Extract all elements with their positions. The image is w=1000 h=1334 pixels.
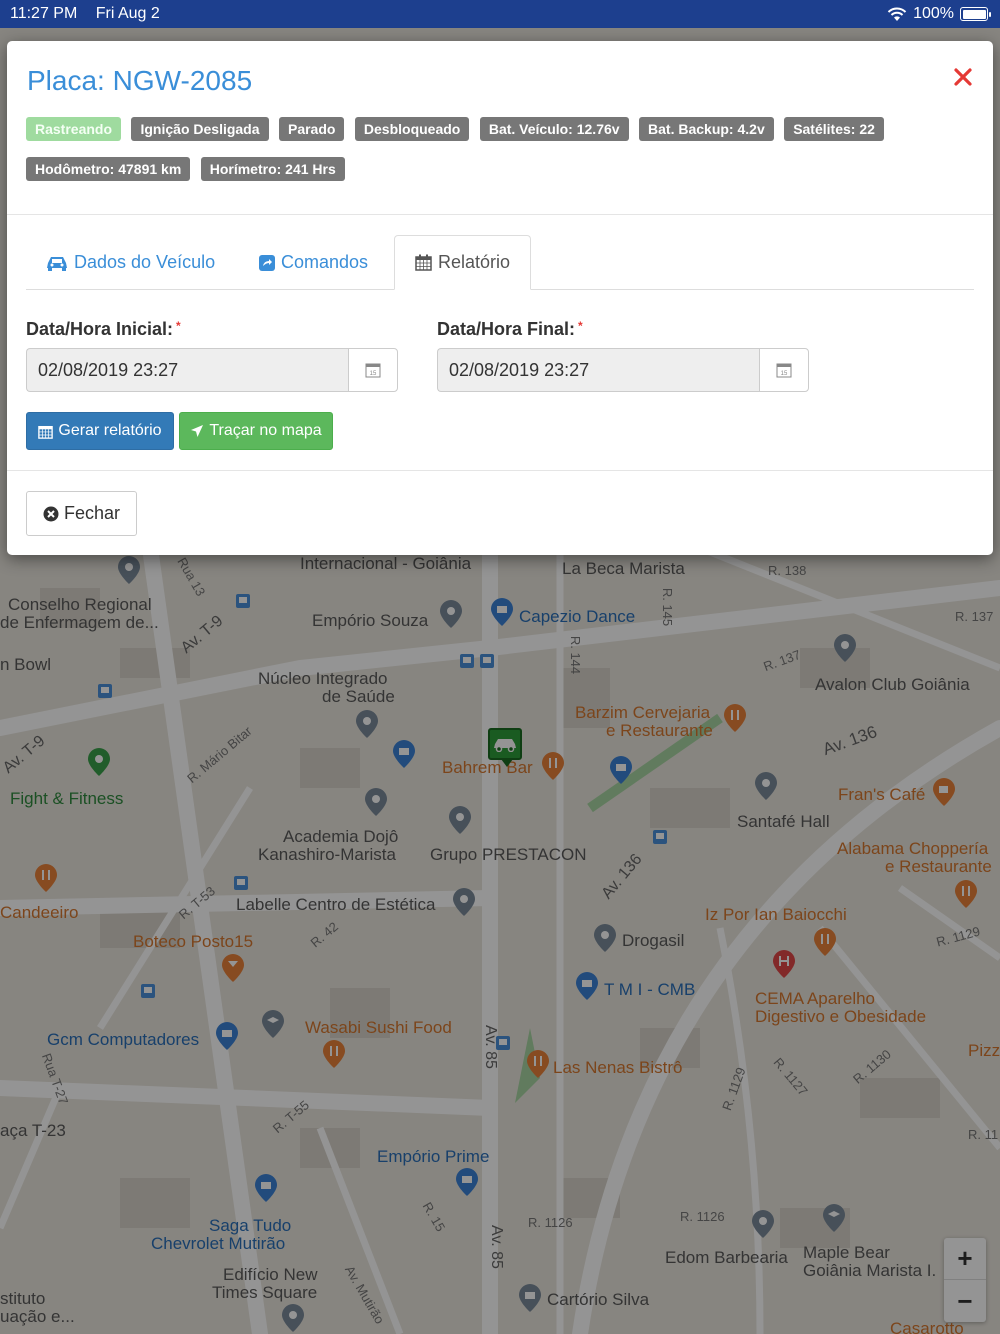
calendar-icon: 15 <box>365 363 381 378</box>
tab-vehicle-data[interactable]: Dados do Veículo <box>46 235 215 290</box>
generate-report-button[interactable]: Gerar relatório <box>26 412 174 450</box>
calendar-icon <box>415 254 432 271</box>
tab-commands[interactable]: Comandos <box>259 235 368 290</box>
start-datetime-label: Data/Hora Inicial: * <box>26 319 181 340</box>
close-button[interactable]: Fechar <box>26 491 137 536</box>
location-arrow-icon <box>191 425 204 437</box>
modal-header-divider <box>7 214 993 215</box>
status-badge: Desbloqueado <box>354 117 470 141</box>
status-badge: Bat. Veículo: 12.76v <box>479 117 629 141</box>
vehicle-modal: Placa: NGW-2085 Rastreando Ignição Desli… <box>7 41 993 555</box>
required-mark: * <box>578 319 583 333</box>
close-icon[interactable] <box>951 65 975 89</box>
plot-on-map-button[interactable]: Traçar no mapa <box>179 412 333 450</box>
status-badge: Horímetro: 241 Hrs <box>200 157 345 181</box>
status-badge: Satélites: 22 <box>784 117 884 141</box>
calendar-icon: 15 <box>776 363 792 378</box>
svg-text:15: 15 <box>781 371 788 377</box>
svg-text:15: 15 <box>370 371 377 377</box>
required-mark: * <box>176 319 181 333</box>
status-badge: Hodômetro: 47891 km <box>26 157 191 181</box>
status-bar-left: 11:27 PM Fri Aug 2 <box>10 5 174 23</box>
end-datetime-label-text: Data/Hora Final: <box>437 319 576 339</box>
generate-report-label: Gerar relatório <box>58 422 162 439</box>
status-bar-right: 100% <box>887 5 991 23</box>
status-time: 11:27 PM <box>10 5 78 22</box>
battery-icon <box>960 7 991 21</box>
close-button-label: Fechar <box>63 503 121 523</box>
tab-vehicle-data-label: Dados do Veículo <box>74 252 216 272</box>
calendar-icon <box>38 425 54 439</box>
start-datetime-label-text: Data/Hora Inicial: <box>26 319 174 339</box>
wifi-icon <box>887 7 907 21</box>
close-circle-icon <box>43 506 59 521</box>
end-calendar-button[interactable]: 15 <box>759 348 809 392</box>
end-datetime-input[interactable] <box>437 348 759 392</box>
modal-title: Placa: NGW-2085 <box>27 65 253 96</box>
end-datetime-group: 15 <box>437 348 809 392</box>
status-badge: Parado <box>278 117 345 141</box>
start-datetime-input[interactable] <box>26 348 348 392</box>
status-badge: Rastreando <box>26 117 122 141</box>
modal-footer-divider <box>7 470 993 471</box>
status-bar: 11:27 PM Fri Aug 2 100% <box>0 0 1000 28</box>
battery-percent: 100% <box>913 5 954 22</box>
tab-commands-label: Comandos <box>281 252 369 272</box>
status-badge: Ignição Desligada <box>131 117 269 141</box>
car-icon <box>47 256 67 271</box>
end-datetime-label: Data/Hora Final: * <box>437 319 583 340</box>
share-icon <box>259 254 275 271</box>
status-badges: Rastreando Ignição Desligada Parado Desb… <box>26 117 926 197</box>
tab-report[interactable]: Relatório <box>394 235 532 290</box>
plot-on-map-label: Traçar no mapa <box>209 422 322 439</box>
tab-report-label: Relatório <box>438 252 511 272</box>
status-badge: Bat. Backup: 4.2v <box>639 117 774 141</box>
start-calendar-button[interactable]: 15 <box>348 348 398 392</box>
start-datetime-group: 15 <box>26 348 398 392</box>
tab-bar: Dados do Veículo Comandos Relatório <box>26 235 974 290</box>
status-date: Fri Aug 2 <box>95 5 160 22</box>
